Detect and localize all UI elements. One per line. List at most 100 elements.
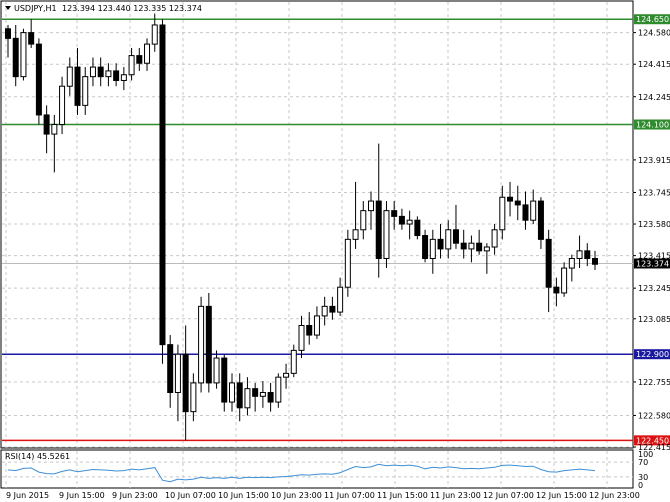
time-tick-label: 12 Jun 15:00 [536,491,587,500]
candle-body [89,66,96,78]
candle-body [228,382,235,403]
candle-body [252,388,259,397]
candle-body [43,114,50,135]
candle-body [499,196,506,231]
candle-body [422,235,429,259]
time-tick-label: 12 Jun 07:00 [483,491,534,500]
candle-body [561,267,568,294]
candle-body [35,43,42,116]
candle-body [537,200,544,240]
current-price-label: 123.374 [636,259,669,268]
candle-body [352,229,359,240]
candle-body [59,85,66,126]
candle-body [298,324,305,351]
grid [2,2,633,488]
candle-body [483,246,490,252]
time-tick-label: 9 Jun 15:00 [59,491,105,500]
candle-body [290,349,297,374]
level-price-label: 122.900 [636,350,669,359]
candle-body [28,32,35,45]
candle-body [313,315,320,336]
candle-body [205,305,212,384]
time-tick-label: 11 Jun 07:00 [324,491,375,500]
candle-body [522,204,529,221]
candle-body [167,344,174,393]
candle-body [236,382,243,409]
candle-body [344,238,351,288]
price-tick-label: 124.245 [638,93,670,102]
candle-body [128,55,135,76]
candle-body [584,250,591,259]
candle-body [51,124,58,135]
candle-body [190,382,197,413]
price-tick-label: 123.415 [638,252,670,261]
price-tick-label: 124.580 [638,29,670,38]
candle-body [306,324,313,336]
candle-body [120,74,127,81]
rsi-label: RSI(14) 45.5261 [5,452,70,461]
candle-body [267,391,274,403]
time-tick-label: 10 Jun 23:00 [271,491,322,500]
candle-body [568,257,575,269]
time-tick-label: 12 Jun 23:00 [589,491,640,500]
candle-body [545,238,552,288]
candle-body [491,229,498,248]
symbol-header: USDJPY,H1 123.394 123.440 123.335 123.37… [5,4,202,13]
price-tick-label: 122.755 [638,378,670,387]
candle-body [337,286,344,313]
level-lines: 124.650124.100122.900122.450123.374 [2,14,670,446]
price-tick-label: 123.745 [638,188,670,197]
level-price-label: 124.100 [636,121,669,130]
candle-body [66,66,73,87]
price-tick-label: 123.085 [638,315,670,324]
price-tick-label: 124.415 [638,60,670,69]
candle-body [391,210,398,217]
time-tick-label: 11 Jun 23:00 [430,491,481,500]
candle-body [105,70,112,78]
time-tick-label: 10 Jun 07:00 [165,491,216,500]
price-tick-label: 123.580 [638,220,670,229]
candle-body [144,43,151,64]
rsi-line [7,463,596,483]
candle-body [553,286,560,294]
rsi-tick-label: 0 [638,481,643,490]
candle-body [398,215,405,225]
symbol-label: USDJPY,H1 [14,4,57,13]
candle-body [360,210,367,231]
candle-body [198,305,205,384]
candle-body [329,305,336,313]
rsi-tick-label: 70 [638,458,648,467]
candle-body [375,200,382,259]
candle-body [283,372,290,378]
rsi-panel-frame [0,449,634,489]
candle-body [383,210,390,259]
price-axis: 124.580 124.415 124.245 123.915 123.745 123.5… [633,29,670,452]
candle-body [476,242,483,252]
candle-body [244,388,251,409]
candle-body [429,238,436,259]
level-price-label: 124.650 [636,15,669,24]
time-tick-label: 9 Jun 2015 [6,491,49,500]
candle-body [592,257,598,265]
time-tick-label: 11 Jun 15:00 [377,491,428,500]
ohlc-values: 123.394 123.440 123.335 123.374 [62,4,202,13]
candle-body [213,357,220,384]
candle-body [530,200,537,221]
price-chart[interactable]: 124.650124.100122.900122.450123.374 124.… [0,0,670,502]
candle-body [507,196,514,202]
time-axis: 9 Jun 2015 9 Jun 15:00 9 Jun 23:00 10 Jun 0… [6,491,640,500]
candle-body [113,70,120,81]
candle-body [221,357,228,403]
candle-body [174,353,181,393]
candle-body [182,353,189,413]
candle-body [460,242,467,250]
candle-body [159,24,166,346]
rsi-indicator [2,461,633,483]
candle-body [5,28,11,39]
candle-body [445,229,452,250]
candle-body [151,24,158,45]
candle-body [321,305,328,317]
candle-body [136,55,143,64]
candle-body [576,250,583,259]
candle-body [82,76,89,106]
